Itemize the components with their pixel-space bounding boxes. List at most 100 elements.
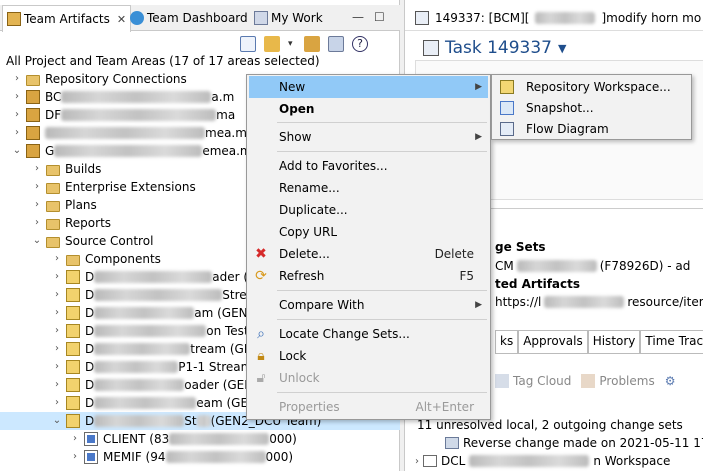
menu-item-open[interactable]: Open bbox=[249, 98, 488, 120]
tree-item-component[interactable]: › CLIENT (83 000) bbox=[0, 430, 400, 448]
gear-icon[interactable]: ⚙ bbox=[665, 374, 676, 388]
chevron-right-icon[interactable]: › bbox=[12, 110, 22, 120]
redacted-text bbox=[94, 379, 185, 391]
related-artifacts-heading: ted Artifacts bbox=[495, 277, 581, 291]
chevron-right-icon[interactable]: › bbox=[52, 326, 62, 336]
menu-item-copy-url[interactable]: Copy URL bbox=[249, 221, 488, 243]
menu-item-label: Compare With bbox=[279, 298, 365, 312]
chevron-right-icon[interactable]: › bbox=[12, 74, 22, 84]
redacted-text bbox=[165, 451, 266, 463]
team-artifacts-icon bbox=[7, 12, 21, 26]
chevron-right-icon[interactable]: › bbox=[12, 128, 22, 138]
editor-tab[interactable]: 149337: [BCM][ ]modify horn mo bbox=[405, 5, 703, 31]
submenu-item-snapshot[interactable]: Snapshot... bbox=[494, 97, 689, 119]
tab-team-dashboard[interactable]: Team Dashboard bbox=[126, 5, 252, 31]
redacted-text bbox=[196, 415, 211, 427]
task-title[interactable]: Task 149337 ▼ bbox=[423, 38, 566, 58]
menu-item-refresh[interactable]: ⟳ Refresh F5 bbox=[249, 265, 488, 287]
help-icon[interactable]: ? bbox=[352, 36, 368, 52]
menu-item-label: Add to Favorites... bbox=[279, 159, 388, 173]
chevron-right-icon[interactable]: › bbox=[52, 362, 62, 372]
tab-history[interactable]: History bbox=[587, 330, 641, 354]
chevron-right-icon[interactable]: › bbox=[32, 200, 42, 210]
tab-team-artifacts-label: Team Artifacts bbox=[24, 12, 110, 26]
tree-item-label: 000) bbox=[269, 432, 297, 446]
folder-icon bbox=[46, 236, 60, 248]
component-icon bbox=[84, 450, 98, 464]
menu-item-duplicate[interactable]: Duplicate... bbox=[249, 199, 488, 221]
menu-item-compare-with[interactable]: Compare With ▶ bbox=[249, 294, 488, 316]
chevron-right-icon[interactable]: › bbox=[32, 218, 42, 228]
menu-separator bbox=[277, 151, 487, 152]
menu-separator bbox=[277, 319, 487, 320]
pending-change-row[interactable]: › DCL n Workspace bbox=[415, 454, 670, 468]
tab-approvals[interactable]: Approvals bbox=[518, 330, 588, 354]
tab-time-tracking[interactable]: Time Tracking bbox=[640, 330, 703, 354]
tree-item-label: D bbox=[85, 378, 95, 392]
collapse-all-icon[interactable] bbox=[240, 36, 256, 52]
chevron-right-icon[interactable]: › bbox=[32, 182, 42, 192]
menu-item-delete[interactable]: ✖ Delete... Delete bbox=[249, 243, 488, 265]
menu-item-label: Copy URL bbox=[279, 225, 338, 239]
redacted-text bbox=[45, 127, 205, 139]
chevron-right-icon[interactable]: › bbox=[52, 308, 62, 318]
redacted-text bbox=[94, 415, 185, 427]
pending-change-row[interactable]: Reverse change made on 2021-05-11 17:22 bbox=[445, 436, 703, 450]
new-project-area-icon[interactable] bbox=[304, 36, 320, 52]
manage-project-icon[interactable] bbox=[328, 36, 344, 52]
menu-item-properties[interactable]: Properties Alt+Enter bbox=[249, 396, 488, 418]
change-set-link[interactable]: CM (F78926D) - ad bbox=[495, 259, 690, 273]
tree-item-label: St bbox=[184, 414, 197, 428]
tag-cloud-tab[interactable]: Tag Cloud bbox=[495, 374, 571, 388]
tab-team-artifacts[interactable]: Team Artifacts ✕ bbox=[2, 5, 132, 32]
chevron-right-icon[interactable]: › bbox=[70, 452, 80, 462]
menu-item-unlock[interactable]: 🔓︎ Unlock bbox=[249, 367, 488, 389]
minimize-icon[interactable]: — bbox=[352, 10, 364, 24]
tab-links[interactable]: ks bbox=[495, 330, 519, 354]
chevron-down-icon[interactable]: ⌄ bbox=[12, 146, 22, 156]
menu-item-new[interactable]: New ▶ bbox=[249, 76, 488, 98]
redacted-text bbox=[94, 361, 179, 373]
chevron-down-icon[interactable]: ⌄ bbox=[52, 416, 62, 426]
chevron-right-icon[interactable]: › bbox=[52, 380, 62, 390]
chevron-right-icon[interactable]: › bbox=[52, 254, 62, 264]
tab-my-work[interactable]: My Work bbox=[250, 5, 327, 31]
task-icon bbox=[415, 10, 429, 25]
menu-item-rename[interactable]: Rename... bbox=[249, 177, 488, 199]
chevron-down-icon[interactable]: ⌄ bbox=[32, 236, 42, 246]
menu-item-show[interactable]: Show ▶ bbox=[249, 126, 488, 148]
stream-icon bbox=[66, 342, 80, 356]
chevron-right-icon[interactable]: › bbox=[52, 398, 62, 408]
redacted-text bbox=[61, 109, 217, 121]
menu-item-label: Repository Workspace... bbox=[526, 80, 671, 94]
chevron-right-icon[interactable]: › bbox=[32, 164, 42, 174]
chevron-right-icon[interactable]: › bbox=[52, 344, 62, 354]
submenu-item-flow-diagram[interactable]: Flow Diagram bbox=[494, 118, 689, 140]
chevron-right-icon[interactable]: › bbox=[70, 434, 80, 444]
close-icon[interactable]: ✕ bbox=[117, 13, 126, 26]
chevron-down-icon[interactable]: ▼ bbox=[558, 42, 566, 55]
maximize-icon[interactable]: ☐ bbox=[374, 10, 385, 24]
chevron-right-icon[interactable]: › bbox=[415, 456, 419, 467]
tag-cloud-icon bbox=[495, 374, 509, 388]
chevron-right-icon[interactable]: › bbox=[52, 290, 62, 300]
menu-item-locate-change-sets[interactable]: ⌕ Locate Change Sets... bbox=[249, 323, 488, 345]
tree-item-label: P1-1 Stream bbox=[178, 360, 253, 374]
chevron-right-icon: ▶ bbox=[475, 82, 482, 92]
folder-icon bbox=[26, 74, 40, 86]
menu-item-add-to-favorites[interactable]: Add to Favorites... bbox=[249, 155, 488, 177]
tree-item-label: Components bbox=[85, 252, 161, 266]
submenu-item-repository-workspace[interactable]: Repository Workspace... bbox=[494, 76, 689, 98]
sync-icon[interactable] bbox=[264, 36, 280, 52]
chevron-right-icon[interactable]: › bbox=[52, 272, 62, 282]
dropdown-icon[interactable]: ▾ bbox=[288, 36, 296, 52]
editor-tab-label: 149337: [BCM][ bbox=[435, 10, 530, 25]
link-text: resource/itemC bbox=[627, 295, 703, 309]
menu-item-lock[interactable]: 🔒︎ Lock bbox=[249, 345, 488, 367]
related-artifact-link[interactable]: https://l resource/itemC bbox=[495, 295, 703, 309]
problems-tab[interactable]: Problems bbox=[581, 374, 655, 388]
tree-item-component[interactable]: › MEMIF (94 000) bbox=[0, 448, 400, 466]
chevron-right-icon[interactable]: › bbox=[12, 92, 22, 102]
flow-diagram-icon bbox=[500, 122, 514, 136]
tree-item-label: a.m bbox=[211, 90, 235, 104]
